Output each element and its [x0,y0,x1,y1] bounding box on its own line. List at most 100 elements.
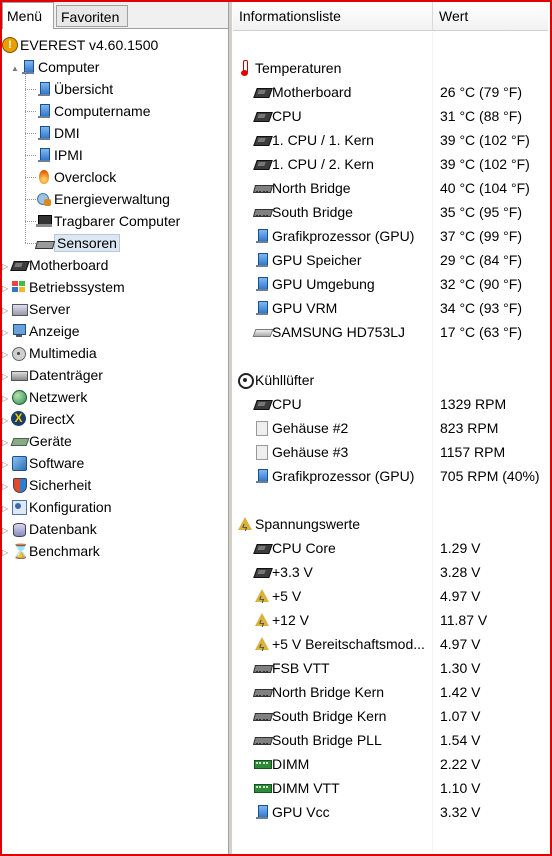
tree-node-ubersicht[interactable]: Übersicht [36,78,113,100]
tree-node-sensoren[interactable]: Sensoren [36,232,120,254]
list-item[interactable]: GPU Vcc 3.32 V [233,800,548,824]
list-item[interactable]: Motherboard 26 °C (79 °F) [233,80,548,104]
tab-menu[interactable]: Menü [2,2,54,29]
sensor-icon [36,235,52,251]
list-item[interactable]: CPU 31 °C (88 °F) [233,104,548,128]
list-item[interactable]: +5 V 4.97 V [233,584,548,613]
list-item[interactable]: North Bridge Kern 1.42 V [233,680,548,704]
list-item[interactable]: South Bridge 35 °C (95 °F) [233,200,548,224]
section-header-voltages[interactable]: Spannungswerte [233,512,548,541]
tree-node-anzeige[interactable]: ▷ Anzeige [2,320,80,342]
motherboard-icon [11,257,27,273]
tree-node-overclock[interactable]: Overclock [36,166,116,188]
item-value: 40 °C (104 °F) [440,180,530,196]
tree-node-motherboard[interactable]: ▷ Motherboard [2,254,108,276]
expand-arrow-icon[interactable]: ▷ [2,520,11,542]
tree-node-datentrager[interactable]: ▷ Datenträger [2,364,103,386]
item-label: +5 V [272,588,302,604]
list-item[interactable]: +3.3 V 3.28 V [233,560,548,584]
list-item[interactable]: Grafikprozessor (GPU) 705 RPM (40%) [233,464,548,488]
item-label: CPU [272,108,302,124]
list-item[interactable]: Gehäuse #2 823 RPM [233,416,548,440]
tree-node-directx[interactable]: ▷ DirectX [2,408,75,430]
column-header-info[interactable]: Informationsliste [239,2,341,30]
voltage-warning-icon [254,588,270,613]
item-value: 34 °C (93 °F) [440,300,522,316]
list-item[interactable]: South Bridge PLL 1.54 V [233,728,548,752]
expand-arrow-icon[interactable]: ▷ [2,278,11,300]
tree-node-netzwerk[interactable]: ▷ Netzwerk [2,386,87,408]
expand-arrow-icon[interactable]: ▷ [2,256,11,278]
list-item[interactable]: 1. CPU / 1. Kern 39 °C (102 °F) [233,128,548,152]
expand-arrow-icon[interactable]: ▷ [2,432,11,454]
tree-node-sicherheit[interactable]: ▷ Sicherheit [2,474,91,496]
list-item[interactable]: +12 V 11.87 V [233,608,548,637]
storage-icon [11,367,28,383]
tree-node-betriebssystem[interactable]: ▷ Betriebssystem [2,276,125,298]
item-value: 37 °C (99 °F) [440,228,522,244]
tree-connector [25,221,36,222]
expand-arrow-icon[interactable]: ▷ [2,476,11,498]
tree-root-everest[interactable]: EVEREST v4.60.1500 [2,34,158,56]
tree-node-tragbarer-computer[interactable]: Tragbarer Computer [36,210,180,232]
tree-node-benchmark[interactable]: ▷ Benchmark [2,540,100,562]
expand-arrow-icon[interactable]: ▷ [2,322,11,344]
list-item[interactable]: GPU VRM 34 °C (93 °F) [233,296,548,320]
item-label: FSB VTT [272,660,330,676]
list-item[interactable]: GPU Umgebung 32 °C (90 °F) [233,272,548,296]
list-item[interactable]: DIMM 2.22 V [233,752,548,776]
item-value: 4.97 V [440,588,481,604]
column-header-value[interactable]: Wert [439,2,468,30]
chip-icon [254,564,270,580]
expand-arrow-icon[interactable]: ▷ [2,498,11,520]
expand-arrow-icon[interactable]: ▷ [2,344,11,366]
expand-arrow-icon[interactable]: ▷ [2,388,11,410]
list-item[interactable]: Grafikprozessor (GPU) 37 °C (99 °F) [233,224,548,248]
fan-icon [237,372,254,389]
multimedia-icon [11,345,27,361]
item-value: 705 RPM (40%) [440,468,540,484]
expand-arrow-icon[interactable]: ▷ [2,542,11,564]
list-item[interactable]: South Bridge Kern 1.07 V [233,704,548,728]
list-item[interactable]: CPU 1329 RPM [233,392,548,416]
list-item[interactable]: Gehäuse #3 1157 RPM [233,440,548,464]
tree-node-computername[interactable]: Computername [36,100,151,122]
item-label: +5 V Bereitschaftsmod... [272,636,425,652]
list-item[interactable]: +5 V Bereitschaftsmod... 4.97 V [233,632,548,661]
tree-node-software[interactable]: ▷ Software [2,452,84,474]
expand-arrow-icon[interactable]: ▷ [2,410,11,432]
tree-node-multimedia[interactable]: ▷ Multimedia [2,342,97,364]
tree-node-server[interactable]: ▷ Server [2,298,70,320]
list-item[interactable]: DIMM VTT 1.10 V [233,776,548,800]
tree-node-gerate[interactable]: ▷ Geräte [2,430,72,452]
chipset-icon [254,732,270,748]
tab-favorites[interactable]: Favoriten [56,5,128,27]
list-item[interactable]: GPU Speicher 29 °C (84 °F) [233,248,548,272]
tree-node-energieverwaltung[interactable]: Energieverwaltung [36,188,170,210]
item-label: South Bridge [272,204,353,220]
list-item[interactable]: CPU Core 1.29 V [233,536,548,560]
list-item[interactable]: North Bridge 40 °C (104 °F) [233,176,548,200]
section-header-fans[interactable]: Kühllüfter [233,368,548,392]
chipset-icon [254,684,270,700]
column-separator[interactable] [432,2,433,30]
expand-arrow-icon[interactable]: ▷ [2,300,11,322]
tree-node-dmi[interactable]: DMI [36,122,80,144]
expand-arrow-icon[interactable]: ▷ [2,454,11,476]
expand-arrow-icon[interactable]: ▷ [2,366,11,388]
section-header-temperatures[interactable]: Temperaturen [233,56,548,80]
tree-node-datenbank[interactable]: ▷ Datenbank [2,518,97,540]
cpu-icon [254,396,270,412]
collapse-arrow-icon[interactable]: ▲ [11,58,20,80]
item-label: Motherboard [272,84,352,100]
tree-node-konfiguration[interactable]: ▷ Konfiguration [2,496,112,518]
tree-connector [25,133,36,134]
tree-node-ipmi[interactable]: IPMI [36,144,83,166]
power-management-icon [36,191,52,207]
tree-connector [25,243,36,244]
list-item[interactable]: SAMSUNG HD753LJ 17 °C (63 °F) [233,320,548,344]
item-label: 1. CPU / 1. Kern [272,132,374,148]
list-item[interactable]: 1. CPU / 2. Kern 39 °C (102 °F) [233,152,548,176]
tree-connector [25,89,36,90]
list-item[interactable]: FSB VTT 1.30 V [233,656,548,680]
